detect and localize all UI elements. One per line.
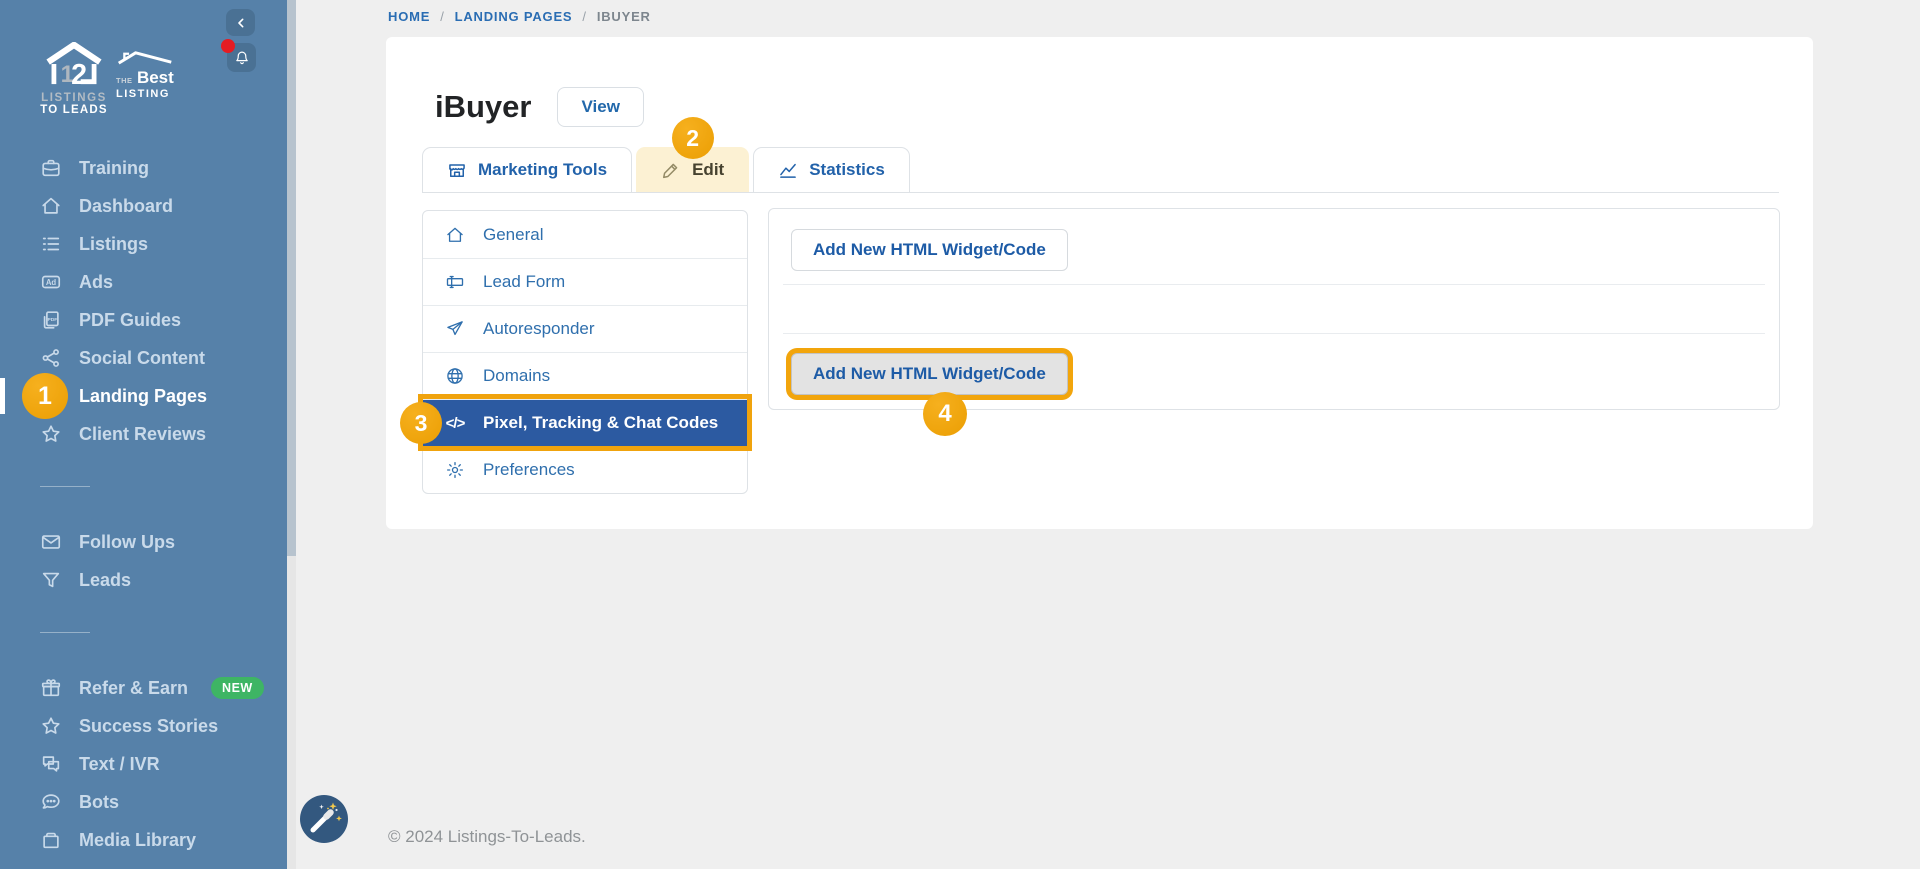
subnav-item-general[interactable]: General <box>423 211 747 258</box>
notifications-button[interactable] <box>221 39 256 72</box>
add-html-widget-button-highlighted[interactable]: Add New HTML Widget/Code <box>791 353 1068 395</box>
sidebar-item-media-library[interactable]: Media Library <box>0 821 287 859</box>
gear-icon <box>445 460 465 480</box>
step-badge-3: 3 <box>400 402 442 444</box>
chat-text-icon <box>40 753 62 775</box>
share-icon <box>40 347 62 369</box>
sidebar-item-bots[interactable]: Bots <box>0 783 287 821</box>
logo-text-listings: LISTINGS <box>41 92 107 104</box>
sidebar: 1 2 LISTINGS TO LEADS THE Best LISTING T… <box>0 0 287 869</box>
settings-subnav: General Lead Form Autoresponder Domains … <box>400 210 752 494</box>
active-indicator <box>0 378 5 414</box>
home-icon <box>445 225 465 245</box>
notification-dot <box>221 39 235 53</box>
tab-edit[interactable]: 2 Edit <box>636 117 750 192</box>
home-icon <box>40 195 62 217</box>
sidebar-item-ads[interactable]: Ads <box>0 263 287 301</box>
page-title: iBuyer <box>435 89 532 124</box>
gift-icon <box>40 677 62 699</box>
sidebar-divider <box>40 632 90 633</box>
page-card: iBuyer View Marketing Tools 2 Edit Stati… <box>386 37 1813 529</box>
breadcrumb-separator: / <box>440 9 445 24</box>
subnav-item-pixel-tracking-chat-codes[interactable]: 3 </> Pixel, Tracking & Chat Codes <box>400 394 752 451</box>
view-button[interactable]: View <box>557 87 644 127</box>
step-badge-4: 4 <box>923 392 967 436</box>
main-content: HOME / LANDING PAGES / IBUYER iBuyer Vie… <box>296 0 1920 869</box>
tab-statistics[interactable]: Statistics <box>753 147 910 192</box>
ad-icon <box>40 271 62 293</box>
sidebar-collapse-button[interactable] <box>226 9 255 36</box>
svg-text:2: 2 <box>71 59 87 86</box>
best-listing-logo[interactable]: THE Best LISTING <box>116 50 182 100</box>
sidebar-item-success-stories[interactable]: Success Stories <box>0 707 287 745</box>
breadcrumb-separator: / <box>582 9 587 24</box>
star-icon <box>40 715 62 737</box>
code-icon: </> <box>445 414 466 432</box>
subnav-item-domains[interactable]: Domains <box>423 352 747 399</box>
subnav-item-preferences[interactable]: Preferences <box>423 446 747 493</box>
sidebar-scrollbar[interactable] <box>287 0 296 869</box>
logo-text-listing: LISTING <box>116 88 170 100</box>
sidebar-divider <box>40 486 90 487</box>
sidebar-item-landing-pages[interactable]: 1 Landing Pages <box>0 373 287 419</box>
archive-icon <box>40 829 62 851</box>
chart-icon <box>778 160 798 180</box>
panel-divider <box>783 333 1765 334</box>
logo-text-best: Best <box>136 68 174 87</box>
chat-dots-icon <box>40 791 62 813</box>
mail-icon <box>40 531 62 553</box>
pencil-icon <box>661 160 681 180</box>
sidebar-item-pdf-guides[interactable]: PDF Guides <box>0 301 287 339</box>
scrollbar-thumb[interactable] <box>287 0 296 556</box>
sidebar-item-leads[interactable]: Leads <box>0 561 287 599</box>
subnav-item-lead-form[interactable]: Lead Form <box>423 258 747 305</box>
sidebar-item-text-ivr[interactable]: Text / IVR <box>0 745 287 783</box>
sidebar-item-refer-earn[interactable]: Refer & Earn NEW <box>0 669 287 707</box>
house-logo-icon: 1 2 <box>46 41 102 91</box>
pdf-icon <box>40 309 62 331</box>
footer-copyright: © 2024 Listings-To-Leads. <box>388 827 586 846</box>
breadcrumb: HOME / LANDING PAGES / IBUYER <box>388 9 651 24</box>
chevron-left-icon <box>233 15 249 31</box>
logo-text-to-leads: TO LEADS <box>40 104 108 116</box>
star-icon <box>40 423 62 445</box>
input-cursor-icon <box>445 272 465 292</box>
panel-divider <box>783 284 1765 285</box>
breadcrumb-current: IBUYER <box>596 9 651 24</box>
storefront-icon <box>447 160 467 180</box>
logo-text-the: THE <box>116 76 133 85</box>
add-html-widget-button-top[interactable]: Add New HTML Widget/Code <box>791 229 1068 271</box>
html-widgets-panel: Add New HTML Widget/Code Add New HTML Wi… <box>768 208 1780 436</box>
sidebar-item-dashboard[interactable]: Dashboard <box>0 187 287 225</box>
step-badge-1: 1 <box>22 373 68 419</box>
sidebar-item-social-content[interactable]: Social Content <box>0 339 287 377</box>
breadcrumb-landing-pages[interactable]: LANDING PAGES <box>455 9 573 24</box>
bell-icon <box>233 49 251 67</box>
globe-icon <box>445 366 465 386</box>
step-badge-2: 2 <box>671 117 714 159</box>
tab-marketing-tools[interactable]: Marketing Tools <box>422 147 633 192</box>
new-badge: NEW <box>211 677 264 699</box>
funnel-icon <box>40 569 62 591</box>
briefcase-icon <box>40 157 62 179</box>
magic-wand-button[interactable] <box>300 795 348 843</box>
sidebar-item-follow-ups[interactable]: Follow Ups <box>0 523 287 561</box>
sidebar-item-client-reviews[interactable]: Client Reviews <box>0 415 287 453</box>
send-icon <box>445 319 465 339</box>
sidebar-item-training[interactable]: Training <box>0 149 287 187</box>
sidebar-item-listings[interactable]: Listings <box>0 225 287 263</box>
roof-logo-icon <box>117 51 172 65</box>
sidebar-nav: Training Dashboard Listings Ads PDF Guid… <box>0 149 287 859</box>
subnav-item-autoresponder[interactable]: Autoresponder <box>423 305 747 352</box>
breadcrumb-home[interactable]: HOME <box>388 9 430 24</box>
listings-to-leads-logo[interactable]: 1 2 LISTINGS TO LEADS <box>36 41 112 116</box>
magic-wand-icon <box>300 795 348 843</box>
tab-bar: Marketing Tools 2 Edit Statistics <box>422 117 1779 193</box>
list-icon <box>40 233 62 255</box>
